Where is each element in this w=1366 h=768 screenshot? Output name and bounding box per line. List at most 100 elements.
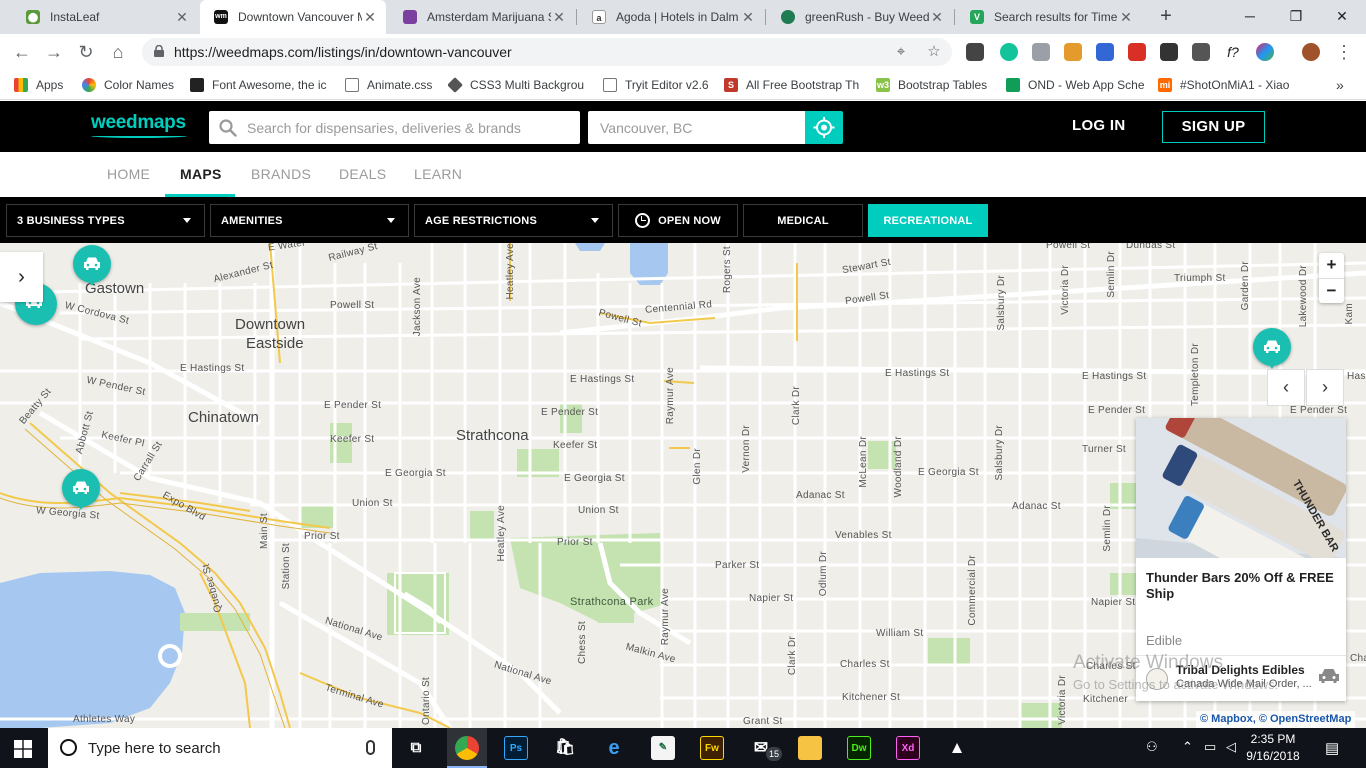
store-icon[interactable]: 🛍 xyxy=(553,736,577,760)
bookmark-ond[interactable]: OND - Web App Sche xyxy=(1006,76,1144,94)
address-bar[interactable]: https://weedmaps.com/listings/in/downtow… xyxy=(142,38,952,66)
close-icon[interactable]: ✕ xyxy=(362,9,378,26)
bookmark-font-awesome[interactable]: Font Awesome, the ic xyxy=(190,76,330,94)
bookmarks-overflow-icon[interactable]: » xyxy=(1336,76,1352,94)
bookmark-animate[interactable]: Animate.css xyxy=(345,76,440,94)
tab-amsterdam[interactable]: Amsterdam Marijuana S ✕ xyxy=(389,0,575,34)
location-input[interactable] xyxy=(600,111,800,144)
bookmark-bootstrap-tables[interactable]: w3 Bootstrap Tables xyxy=(876,76,996,94)
file-explorer-icon[interactable] xyxy=(798,736,822,760)
tab-agoda[interactable]: a Agoda | Hotels in Dalm ✕ xyxy=(578,0,764,34)
search-input[interactable] xyxy=(247,111,567,144)
menu-icon[interactable]: ⋮ xyxy=(1332,40,1356,64)
fireworks-icon[interactable]: Fw xyxy=(700,736,724,760)
new-tab-button[interactable]: + xyxy=(1155,5,1177,27)
bookmark-css3[interactable]: CSS3 Multi Backgrou xyxy=(448,76,588,94)
delivery-pin[interactable] xyxy=(62,469,100,510)
weedmaps-logo[interactable]: weedmaps xyxy=(91,112,186,134)
street-label: Prior St xyxy=(304,531,340,542)
nav-brands[interactable]: BRANDS xyxy=(251,166,311,182)
reload-button[interactable]: ↻ xyxy=(74,40,98,64)
nav-home[interactable]: HOME xyxy=(107,166,150,182)
microphone-icon[interactable] xyxy=(366,740,375,755)
tab-themeforest[interactable]: V Search results for Time ✕ xyxy=(956,0,1142,34)
action-center-icon[interactable]: ▤ xyxy=(1325,739,1339,757)
medical-toggle[interactable]: MEDICAL xyxy=(743,204,863,237)
windows-start-icon[interactable] xyxy=(14,740,32,758)
window-close-button[interactable]: ✕ xyxy=(1320,0,1364,34)
sidebar-toggle-button[interactable]: › xyxy=(0,252,43,302)
tab-instaleaf[interactable]: ⬤ InstaLeaf ✕ xyxy=(12,0,198,34)
close-icon[interactable]: ✕ xyxy=(740,9,756,26)
back-button[interactable]: ← xyxy=(10,40,34,64)
dreamweaver-icon[interactable]: Dw xyxy=(847,736,871,760)
extension-icon[interactable] xyxy=(1128,43,1146,61)
mapbox-link[interactable]: © Mapbox, xyxy=(1200,713,1256,725)
minimize-button[interactable]: ─ xyxy=(1228,0,1272,34)
tab-weedmaps[interactable]: wm Downtown Vancouver M ✕ xyxy=(200,0,386,34)
edge-icon[interactable]: e xyxy=(602,736,626,760)
tab-greenrush[interactable]: greenRush - Buy Weed ✕ xyxy=(767,0,953,34)
nav-deals[interactable]: DEALS xyxy=(339,166,386,182)
close-icon[interactable]: ✕ xyxy=(1118,9,1134,26)
map[interactable]: Gastown Downtown Eastside Chinatown Stra… xyxy=(0,243,1366,728)
close-icon[interactable]: ✕ xyxy=(174,9,190,26)
amenities-dropdown[interactable]: AMENITIES xyxy=(210,204,409,237)
bookmark-apps[interactable]: Apps xyxy=(14,76,74,94)
deal-title[interactable]: Thunder Bars 20% Off & FREE Ship xyxy=(1146,570,1341,602)
avatar[interactable] xyxy=(1302,43,1320,61)
zoom-in-button[interactable]: + xyxy=(1319,253,1344,278)
street-label: Adanac St xyxy=(796,490,845,501)
extension-icon[interactable] xyxy=(1160,43,1178,61)
forward-button[interactable]: → xyxy=(42,40,66,64)
sheet-app-icon[interactable]: ✎ xyxy=(651,736,675,760)
taskbar-search[interactable]: Type here to search xyxy=(48,728,392,768)
grammarly-icon[interactable] xyxy=(1000,43,1018,61)
extension-icon[interactable] xyxy=(966,43,984,61)
bookmark-shotonmia1[interactable]: mi #ShotOnMiA1 - Xiao xyxy=(1158,76,1298,94)
bookmark-star-icon[interactable]: ☆ xyxy=(925,43,943,61)
location-blocked-icon[interactable]: ⌖ xyxy=(892,43,910,61)
bookmark-color-names[interactable]: Color Names xyxy=(82,76,182,94)
tab-title: InstaLeaf xyxy=(50,10,100,24)
close-icon[interactable]: ✕ xyxy=(929,9,945,26)
openstreetmap-link[interactable]: © OpenStreetMap xyxy=(1259,713,1351,725)
delivery-pin[interactable] xyxy=(1253,328,1291,369)
home-button[interactable]: ⌂ xyxy=(106,40,130,64)
delivery-pin[interactable] xyxy=(73,245,111,286)
restore-button[interactable]: ❐ xyxy=(1274,0,1318,34)
people-icon[interactable]: ⚇ xyxy=(1146,739,1158,755)
extension-icon[interactable] xyxy=(1064,43,1082,61)
carousel-next-button[interactable]: › xyxy=(1306,369,1344,406)
business-types-dropdown[interactable]: 3 BUSINESS TYPES xyxy=(6,204,205,237)
street-label: Triumph St xyxy=(1174,273,1226,284)
photos-icon[interactable]: ▲ xyxy=(945,736,969,760)
nav-learn[interactable]: LEARN xyxy=(414,166,462,182)
street-label: Main St xyxy=(259,513,270,550)
taskbar-clock[interactable]: 2:35 PM 9/16/2018 xyxy=(1244,731,1302,765)
formula-icon[interactable]: f? xyxy=(1224,43,1242,61)
signup-button[interactable]: SIGN UP xyxy=(1162,111,1265,143)
chrome-icon[interactable] xyxy=(455,736,479,760)
task-view-icon[interactable]: ⧉ xyxy=(404,736,428,760)
recreational-toggle[interactable]: RECREATIONAL xyxy=(868,204,988,237)
locate-me-button[interactable] xyxy=(805,111,843,144)
tray-chevron-icon[interactable]: ⌃ xyxy=(1182,739,1193,755)
volume-icon[interactable]: ◁ xyxy=(1226,739,1236,755)
close-icon[interactable]: ✕ xyxy=(551,9,567,26)
color-icon[interactable] xyxy=(1256,43,1274,61)
photoshop-icon[interactable]: Ps xyxy=(504,736,528,760)
age-restrictions-dropdown[interactable]: AGE RESTRICTIONS xyxy=(414,204,613,237)
extension-icon[interactable] xyxy=(1096,43,1114,61)
zoom-out-button[interactable]: − xyxy=(1319,278,1344,303)
nav-maps[interactable]: MAPS xyxy=(180,166,222,182)
extension-icon[interactable] xyxy=(1192,43,1210,61)
open-now-toggle[interactable]: OPEN NOW xyxy=(618,204,738,237)
camera-icon[interactable] xyxy=(1032,43,1050,61)
network-icon[interactable]: ▭ xyxy=(1204,739,1216,755)
bookmark-bootstrap-themes[interactable]: S All Free Bootstrap Th xyxy=(724,76,864,94)
bookmark-tryit[interactable]: Tryit Editor v2.6 xyxy=(603,76,713,94)
xd-icon[interactable]: Xd xyxy=(896,736,920,760)
login-link[interactable]: LOG IN xyxy=(1072,117,1125,134)
carousel-prev-button[interactable]: ‹ xyxy=(1267,369,1305,406)
